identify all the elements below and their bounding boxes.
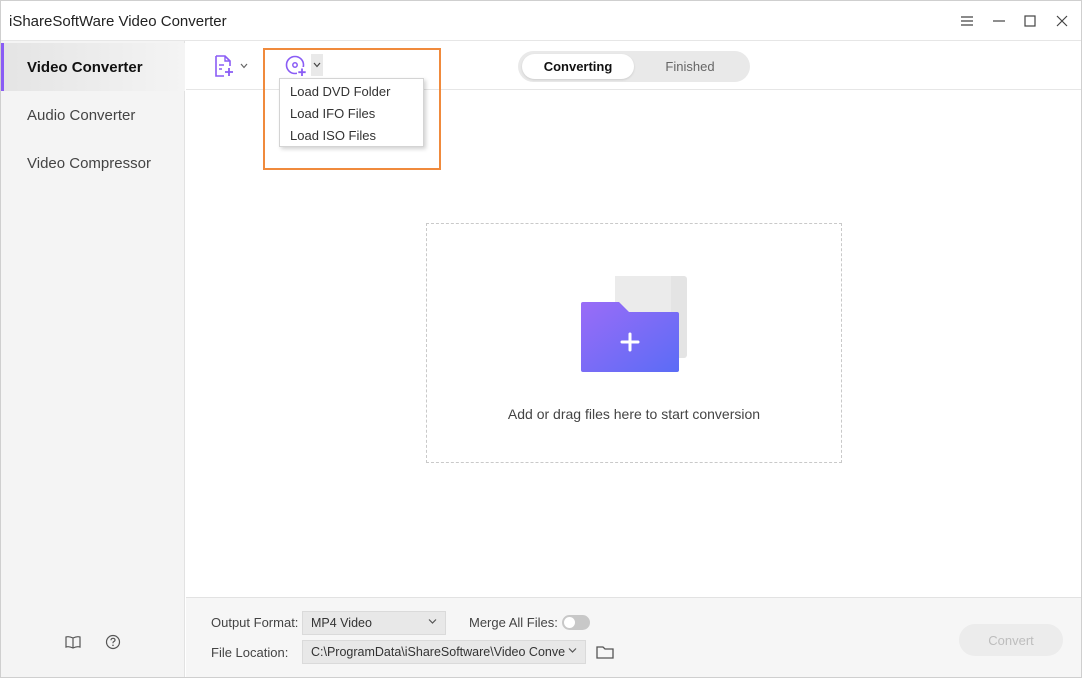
sidebar-item-video-compressor[interactable]: Video Compressor — [1, 139, 185, 187]
chevron-down-icon — [428, 619, 437, 624]
add-file-button[interactable] — [214, 55, 248, 77]
chevron-down-icon — [568, 648, 577, 653]
help-icon[interactable] — [102, 631, 124, 653]
toggle-knob — [564, 617, 575, 628]
sidebar-item-video-converter[interactable]: Video Converter — [1, 43, 185, 91]
convert-button[interactable]: Convert — [959, 624, 1063, 656]
app-title: iShareSoftWare Video Converter — [9, 13, 227, 30]
dvd-dropdown-menu: Load DVD Folder Load IFO Files Load ISO … — [279, 78, 424, 147]
minimize-icon[interactable] — [986, 9, 1012, 33]
title-bar: iShareSoftWare Video Converter — [1, 1, 1081, 41]
sidebar: Video Converter Audio Converter Video Co… — [1, 41, 185, 677]
status-tabs: Converting Finished — [518, 51, 750, 82]
menu-item-load-dvd-folder[interactable]: Load DVD Folder — [280, 81, 423, 103]
output-format-label: Output Format: — [211, 615, 299, 630]
app-window: iShareSoftWare Video Converter Video Con… — [0, 0, 1082, 678]
merge-files-label: Merge All Files: — [469, 615, 558, 630]
file-location-select[interactable]: C:\ProgramData\iShareSoftware\Video Conv… — [302, 640, 586, 664]
drop-zone-hint: Add or drag files here to start conversi… — [507, 406, 761, 422]
file-location-value: C:\ProgramData\iShareSoftware\Video Conv… — [311, 645, 566, 659]
sidebar-item-label: Video Converter — [27, 58, 143, 76]
sidebar-item-label: Audio Converter — [27, 106, 136, 124]
open-folder-icon[interactable] — [596, 644, 614, 660]
merge-files-toggle[interactable] — [562, 615, 590, 630]
menu-item-load-iso-files[interactable]: Load ISO Files — [280, 125, 423, 147]
book-icon[interactable] — [62, 631, 84, 653]
add-file-icon — [215, 55, 233, 77]
add-folder-icon — [581, 276, 689, 374]
bottom-bar: Output Format: MP4 Video Merge All Files… — [186, 597, 1081, 677]
close-icon[interactable] — [1049, 9, 1075, 33]
menu-item-load-ifo-files[interactable]: Load IFO Files — [280, 103, 423, 125]
tab-finished[interactable]: Finished — [634, 54, 746, 79]
file-drop-zone[interactable]: Add or drag files here to start conversi… — [426, 223, 842, 463]
menu-icon[interactable] — [954, 9, 980, 33]
file-location-label: File Location: — [211, 645, 289, 660]
maximize-icon[interactable] — [1017, 9, 1043, 33]
tab-converting[interactable]: Converting — [522, 54, 634, 79]
output-format-value: MP4 Video — [311, 616, 372, 630]
chevron-down-icon — [240, 63, 248, 69]
sidebar-item-label: Video Compressor — [27, 154, 151, 172]
output-format-select[interactable]: MP4 Video — [302, 611, 446, 635]
sidebar-item-audio-converter[interactable]: Audio Converter — [1, 91, 185, 139]
